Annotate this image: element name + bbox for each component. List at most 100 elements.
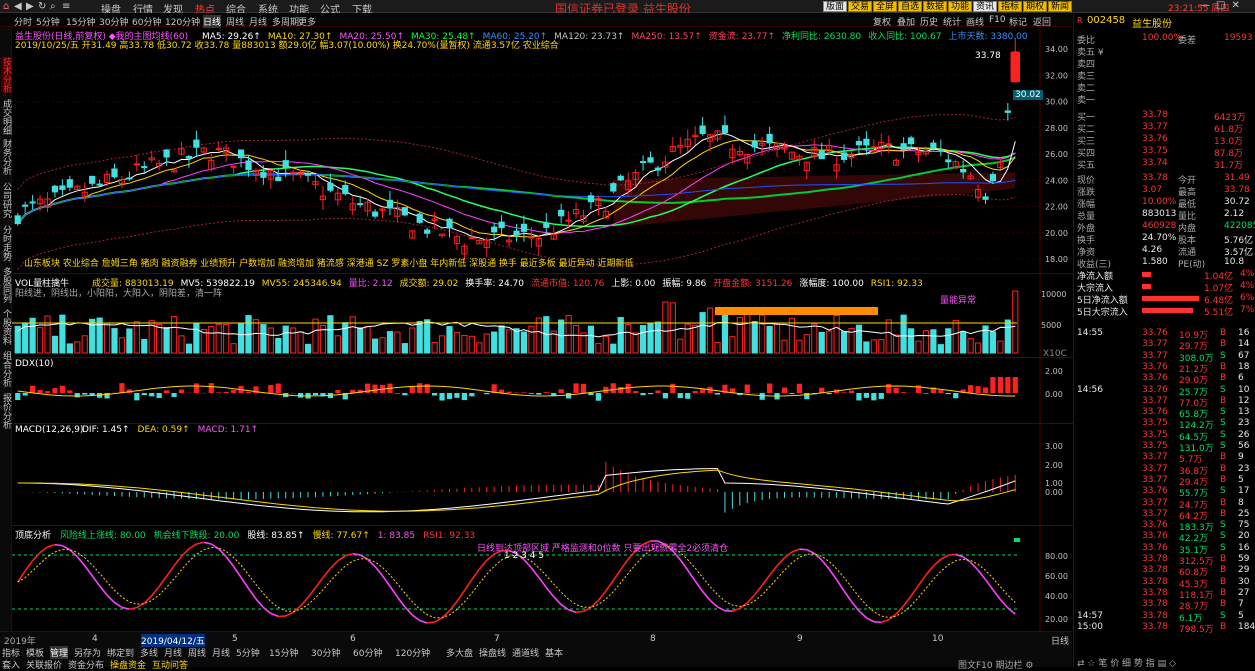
indicator-tab[interactable]: 多大盘 (446, 646, 473, 659)
candle-body (447, 219, 452, 228)
quote-panel: R 002458 益生股份 委比 100.00% 委差 19593 卖五 ¥卖四… (1073, 13, 1255, 667)
indicator-tab[interactable]: 通道线 (512, 646, 539, 659)
window-controls[interactable]: —□✕ (1200, 0, 1246, 11)
kdj-fast-segment (993, 590, 1000, 600)
bottom-tab[interactable]: 互动问答 (152, 658, 188, 671)
tick-side: S (1220, 430, 1226, 440)
candle-body (246, 161, 251, 170)
ddx-bar (559, 389, 564, 393)
indicator-tab[interactable]: 15分钟 (269, 646, 298, 659)
side-tab[interactable]: 分时走势 (1, 225, 11, 261)
bottom-bar: 2019年 4 2019/04/12/五 5 6 7 8 9 10 日线 指标模… (0, 631, 1072, 667)
divider (12, 273, 1073, 274)
toolbar-button[interactable]: 新闻 (1048, 1, 1072, 12)
ddx-bar (15, 393, 20, 400)
indicator-tab[interactable]: 周线 (188, 646, 206, 659)
weicha-value: 19593 (1224, 33, 1253, 43)
toolbar-button[interactable]: 指标 (998, 1, 1022, 12)
indicator-tab[interactable]: 月线 (212, 646, 230, 659)
toolbar-button[interactable]: 交易 (848, 1, 872, 12)
kdj-fast-segment (770, 566, 777, 576)
candle-body (655, 168, 660, 170)
bottom-tab[interactable]: 操盘资金 (110, 658, 146, 671)
ddx-bar (246, 392, 251, 393)
toolbar-button[interactable]: 期权 (1023, 1, 1047, 12)
tick-price: 33.75 (1142, 430, 1168, 440)
indicator-tab[interactable]: 5分钟 (236, 646, 260, 659)
buy-price: 33.76 (1142, 134, 1168, 144)
refresh-icon[interactable]: ↻ (38, 1, 46, 12)
indicator-tab[interactable]: 基本 (545, 646, 563, 659)
side-tab[interactable]: 组合分析 (1, 351, 11, 387)
flow-bar (1142, 296, 1199, 301)
divider (12, 357, 1073, 358)
side-tab-active[interactable]: 技术分析 (1, 57, 11, 93)
volume-bar (588, 326, 593, 353)
vol-sub: 阳线进，阴线出，小阳阳，大阳入，阴阳差，清一阵 (15, 286, 222, 299)
side-tab[interactable]: 成交明细 (1, 99, 11, 135)
quote-value: 883013 (1142, 209, 1176, 219)
bottom-tab[interactable]: 关联报价 (26, 658, 62, 671)
volume-bar (112, 329, 117, 353)
back-icon[interactable]: ◀ (14, 1, 22, 12)
volume-bar (774, 323, 779, 353)
bottom-tab[interactable]: 套入 (2, 658, 20, 671)
kdj-fast-segment (92, 576, 99, 586)
panel-bottom-icons[interactable]: ⇄ ☆ 笔 价 细 势 指 ▤ ◇ (1077, 656, 1176, 669)
period-bar: 分时 5分钟 15分钟 30分钟 60分钟 120分钟 日线 周线 月线 多周期… (0, 13, 1072, 27)
bottom-tab[interactable]: 资金分布 (68, 658, 104, 671)
indicator-tab[interactable]: 120分钟 (395, 646, 430, 659)
ddx-bar (521, 392, 526, 393)
ddx-bar (640, 393, 645, 395)
candle-body (328, 183, 333, 190)
volume-bar (82, 336, 87, 353)
candle-body (856, 141, 861, 144)
indicator-tab[interactable]: 30分钟 (311, 646, 340, 659)
toolbar-button[interactable]: 资讯 (973, 1, 997, 12)
kdj-fast-segment (33, 552, 40, 560)
side-tab[interactable]: 报价分析 (1, 393, 11, 429)
indicator-tab[interactable]: 操盘线 (479, 646, 506, 659)
home-icon[interactable]: ⌂ (3, 1, 9, 12)
quote-value: 30.72 (1224, 197, 1250, 207)
toolbar-button[interactable]: 全屏 (873, 1, 897, 12)
menu-icon[interactable]: ≡ (62, 1, 70, 12)
quote-value: 1.580 (1142, 257, 1168, 267)
kdj-fast-segment (591, 600, 598, 607)
ddx-bar (1013, 377, 1018, 393)
tick-count: 9 (1238, 452, 1244, 462)
tool-button[interactable]: F10 (989, 15, 1006, 25)
forward-icon[interactable]: ▶ (26, 1, 34, 12)
toolbar-button[interactable]: 数据 (923, 1, 947, 12)
volume-bar (224, 325, 229, 353)
tick-side: S (1220, 385, 1226, 395)
legend-item: 流通市值: 120.76 (531, 279, 604, 289)
toolbar-button[interactable]: 自选 (898, 1, 922, 12)
side-tab[interactable]: 财务分析 (1, 139, 11, 175)
tick-side: B (1220, 396, 1226, 406)
toolbar-button[interactable]: 功能 (948, 1, 972, 12)
tick-count: 20 (1238, 531, 1249, 541)
kdj-fast-segment (70, 550, 77, 557)
volume-bar (961, 332, 966, 353)
ddx-bar (968, 385, 973, 393)
legend-item: RSI1: 92.33 (871, 279, 923, 289)
side-tab[interactable]: 多股同列 (1, 267, 11, 303)
toolbar-button[interactable]: 版面 (823, 1, 847, 12)
ohlc-info: 2019/10/25/五 开31.49 高33.78 低30.72 收33.78… (15, 38, 559, 51)
candle-body (60, 186, 65, 189)
bottom-right-links[interactable]: 图文F10 期边栏 ⚙ (958, 658, 1033, 671)
volume-bar (730, 337, 735, 353)
kdj-fast-segment (330, 561, 337, 569)
kdj-fast-segment (986, 580, 993, 590)
ddx-bar (506, 392, 511, 393)
volume-bar (678, 339, 683, 353)
indicator-tab[interactable]: 60分钟 (353, 646, 382, 659)
search-icon[interactable]: ⌕ (50, 1, 56, 12)
kdj-fast-segment (829, 569, 836, 580)
side-tab[interactable]: 个股资料 (1, 309, 11, 345)
chart-area[interactable]: 34.0032.0030.0028.0026.0024.0022.0020.00… (12, 27, 1073, 631)
side-tab[interactable]: 公司研究 (1, 182, 11, 218)
volume-bar (410, 328, 415, 353)
ddx-bar (209, 383, 214, 393)
